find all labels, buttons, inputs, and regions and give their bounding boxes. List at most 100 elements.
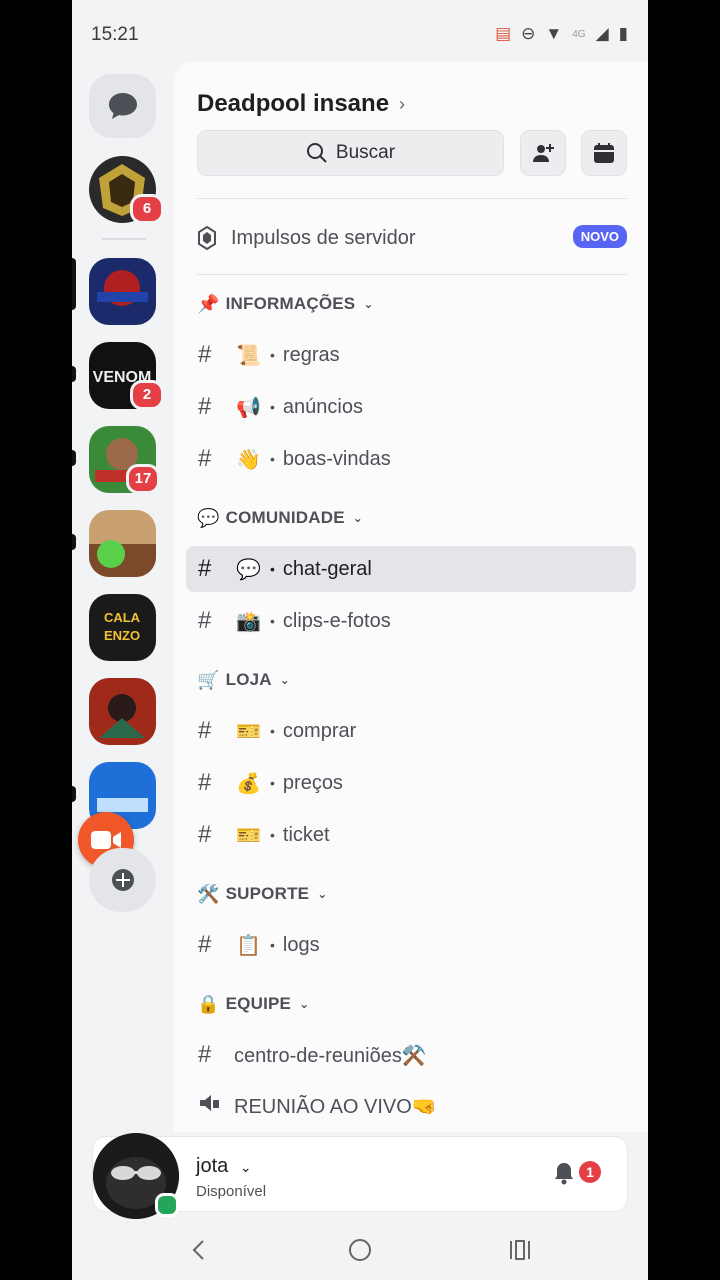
signal-icon: ◢ bbox=[595, 24, 609, 43]
category-suporte[interactable]: 🛠️ SUPORTE ⌄ bbox=[197, 879, 327, 909]
channel-emoji: 📋 bbox=[236, 934, 261, 957]
selected-server-indicator bbox=[72, 258, 76, 310]
search-icon bbox=[306, 143, 327, 163]
server-logo-icon: CALA ENZO bbox=[89, 594, 156, 661]
server-title[interactable]: Deadpool insane › bbox=[197, 90, 405, 118]
category-comunidade[interactable]: 💬 COMUNIDADE ⌄ bbox=[197, 503, 363, 533]
channel-regras[interactable]: # 📜 • regras bbox=[186, 332, 636, 378]
recents-icon bbox=[510, 1240, 530, 1260]
calendar-icon bbox=[594, 143, 614, 163]
category-label: COMUNIDADE bbox=[225, 508, 345, 527]
channel-centro-de-reunioes[interactable]: # centro-de-reuniões⚒️ bbox=[186, 1032, 636, 1078]
status-time: 15:21 bbox=[91, 24, 139, 45]
category-loja[interactable]: 🛒 LOJA ⌄ bbox=[197, 665, 290, 695]
channel-anuncios[interactable]: # 📢 • anúncios bbox=[186, 384, 636, 430]
online-status-indicator bbox=[155, 1193, 179, 1217]
wifi-icon: ▼ bbox=[545, 24, 563, 43]
category-informacoes[interactable]: 📌 INFORMAÇÕES ⌄ bbox=[197, 289, 374, 319]
text-channel-icon: # bbox=[198, 717, 212, 744]
server-boost-row[interactable]: Impulsos de servidor NOVO bbox=[197, 220, 627, 256]
direct-messages-button[interactable] bbox=[89, 74, 156, 138]
channel-chat-geral[interactable]: # 💬 • chat-geral bbox=[186, 546, 636, 592]
lock-icon: 🔒 bbox=[197, 993, 220, 1014]
chevron-right-icon: › bbox=[399, 93, 406, 114]
server-rail: 6 VENOM 2 17 CALA ENZO bbox=[72, 70, 174, 1130]
server-logo-icon bbox=[89, 258, 156, 325]
locked-text-channel-icon: # bbox=[198, 1041, 212, 1068]
chat-bubble-icon bbox=[108, 93, 137, 119]
channel-precos[interactable]: # 💰 • preços bbox=[186, 760, 636, 806]
text-channel-icon: # bbox=[198, 445, 212, 472]
server-badge: 2 bbox=[130, 380, 164, 410]
channel-logs[interactable]: # 📋 • logs bbox=[186, 922, 636, 968]
channel-comprar[interactable]: # 🎫 • comprar bbox=[186, 708, 636, 754]
notifications-button[interactable] bbox=[553, 1161, 575, 1190]
pin-icon: 📌 bbox=[197, 293, 220, 314]
server-icon-deadpool[interactable] bbox=[89, 258, 156, 325]
server-badge: 6 bbox=[130, 194, 164, 224]
add-server-button[interactable] bbox=[89, 848, 156, 912]
channel-name: anúncios bbox=[282, 395, 363, 418]
channel-reuniao-ao-vivo[interactable]: REUNIÃO AO VIVO🤜 bbox=[186, 1083, 636, 1129]
add-user-icon bbox=[533, 144, 554, 162]
new-badge: NOVO bbox=[572, 225, 627, 248]
back-arrow-icon bbox=[192, 1240, 204, 1260]
channel-name: chat-geral bbox=[282, 557, 372, 580]
server-icon-5[interactable] bbox=[89, 510, 156, 577]
speech-bubble-icon: 💬 bbox=[197, 507, 220, 528]
channel-name: preços bbox=[282, 771, 343, 794]
text-channel-icon: # bbox=[198, 341, 212, 368]
back-button[interactable] bbox=[178, 1234, 218, 1266]
category-label: INFORMAÇÕES bbox=[225, 294, 356, 313]
separator-dot: • bbox=[270, 775, 275, 791]
invite-button[interactable] bbox=[520, 130, 566, 176]
channel-name: boas-vindas bbox=[282, 447, 391, 470]
search-button[interactable]: Buscar bbox=[197, 130, 504, 176]
text-channel-icon: # bbox=[198, 555, 212, 582]
server-badge: 17 bbox=[126, 464, 160, 494]
category-label: LOJA bbox=[225, 670, 272, 689]
locked-voice-channel-icon bbox=[198, 1092, 222, 1121]
channel-panel: Deadpool insane › Buscar Impulsos de ser… bbox=[174, 62, 648, 1132]
channel-boas-vindas[interactable]: # 👋 • boas-vindas bbox=[186, 436, 636, 482]
server-logo-icon bbox=[89, 510, 156, 577]
network-label: 4G bbox=[572, 28, 586, 40]
separator-dot: • bbox=[270, 399, 275, 415]
channel-name: regras bbox=[282, 343, 340, 366]
category-equipe[interactable]: 🔒 EQUIPE ⌄ bbox=[197, 989, 309, 1019]
server-icon-7[interactable] bbox=[89, 678, 156, 745]
text-channel-icon: # bbox=[198, 931, 212, 958]
username-label: jota bbox=[196, 1155, 229, 1177]
channel-name: comprar bbox=[282, 719, 357, 742]
home-button[interactable] bbox=[340, 1234, 380, 1266]
rail-divider bbox=[102, 238, 146, 240]
phone-screen: 15:21 ▤ ⊖ ▼ 4G ◢ ▮ 6 VENOM 2 17 CALA ENZ… bbox=[72, 0, 648, 1280]
separator-dot: • bbox=[270, 561, 275, 577]
plus-icon bbox=[111, 869, 134, 891]
bell-icon bbox=[555, 1163, 573, 1185]
channel-emoji: 💬 bbox=[236, 558, 261, 581]
username[interactable]: jota ⌄ bbox=[196, 1155, 252, 1178]
events-button[interactable] bbox=[581, 130, 627, 176]
channel-name: clips-e-fotos bbox=[282, 609, 391, 632]
chevron-down-icon: ⌄ bbox=[363, 297, 374, 311]
channel-clips-e-fotos[interactable]: # 📸 • clips-e-fotos bbox=[186, 598, 636, 644]
recents-button[interactable] bbox=[500, 1234, 540, 1266]
channel-ticket[interactable]: # 🎫 • ticket bbox=[186, 812, 636, 858]
boost-label: Impulsos de servidor bbox=[231, 226, 416, 249]
server-icon-cala-a-boca[interactable]: CALA ENZO bbox=[89, 594, 156, 661]
user-status: Disponível bbox=[196, 1183, 267, 1200]
shopping-cart-icon: 🛒 bbox=[197, 669, 220, 690]
svg-text:CALA: CALA bbox=[104, 610, 141, 625]
server-name-label: Deadpool insane bbox=[197, 90, 390, 117]
channel-emoji: 📢 bbox=[236, 396, 261, 419]
user-panel[interactable]: jota ⌄ Disponível 1 bbox=[92, 1133, 628, 1219]
unread-indicator bbox=[72, 450, 76, 466]
divider bbox=[197, 198, 627, 199]
channel-emoji: 🎫 bbox=[236, 720, 261, 743]
separator-dot: • bbox=[270, 613, 275, 629]
separator-dot: • bbox=[270, 937, 275, 953]
separator-dot: • bbox=[270, 451, 275, 467]
text-channel-icon: # bbox=[198, 769, 212, 796]
chevron-down-icon: ⌄ bbox=[317, 887, 328, 901]
